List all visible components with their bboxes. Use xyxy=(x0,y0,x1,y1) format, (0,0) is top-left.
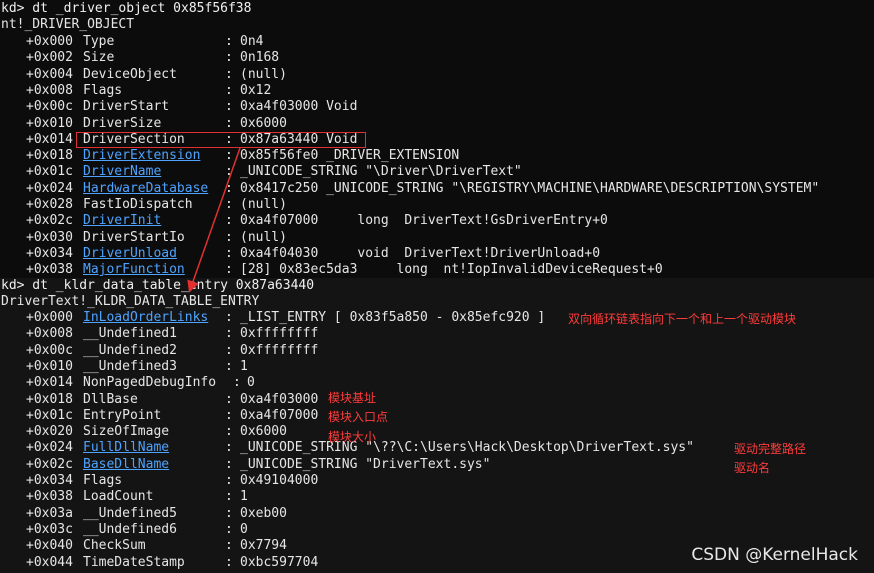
pointer-arrow-icon xyxy=(187,147,241,293)
